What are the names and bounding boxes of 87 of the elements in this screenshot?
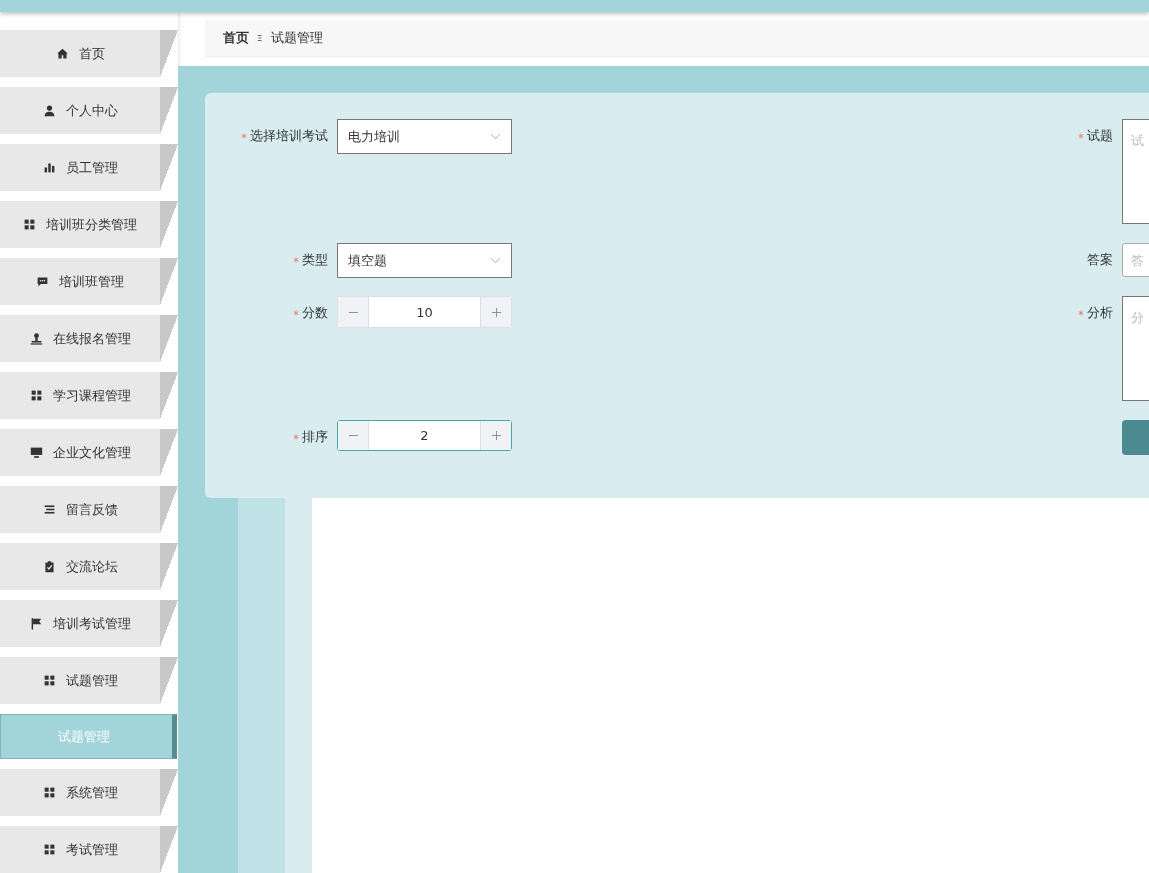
sidebar-item-label: 员工管理: [65, 158, 118, 177]
field-label: 选择培训考试: [250, 127, 328, 145]
text-area[interactable]: 试: [1122, 119, 1149, 224]
corner-fold: [160, 657, 178, 704]
sidebar-item-label: 试题管理: [65, 671, 118, 690]
sidebar-item-label: 培训班管理: [59, 272, 124, 291]
input-field[interactable]: 答: [1122, 243, 1149, 277]
sidebar-item-label: 留言反馈: [65, 500, 118, 519]
field-label: 分数: [302, 304, 328, 322]
bar-chart-icon: [42, 161, 56, 174]
sidebar-item-label: 系统管理: [65, 783, 118, 802]
decrement-button[interactable]: [338, 421, 369, 450]
sidebar-item[interactable]: 培训考试管理: [0, 600, 178, 647]
corner-fold: [160, 144, 178, 191]
field-label: 类型: [302, 251, 328, 269]
sidebar-item-label: 培训考试管理: [52, 614, 131, 633]
chat-icon: [36, 275, 49, 288]
sidebar-item[interactable]: 培训班分类管理: [0, 201, 178, 248]
sidebar-item[interactable]: 学习课程管理: [0, 372, 178, 419]
sidebar-item[interactable]: 员工管理: [0, 144, 178, 191]
user-icon: [42, 104, 56, 117]
monitor-icon: [29, 446, 43, 459]
clipboard-check-icon: [42, 560, 56, 573]
number-field[interactable]: 10: [337, 296, 512, 328]
sidebar-item-label: 培训班分类管理: [46, 215, 137, 234]
sidebar-item-label: 交流论坛: [65, 557, 118, 576]
corner-fold: [160, 315, 178, 362]
grid-icon: [42, 674, 56, 687]
corner-fold: [160, 372, 178, 419]
increment-button[interactable]: [480, 297, 511, 327]
flag-icon: [29, 617, 43, 630]
sidebar-item-label: 在线报名管理: [52, 329, 131, 348]
corner-fold: [160, 201, 178, 248]
sidebar-item-label: 学习课程管理: [52, 386, 131, 405]
sidebar-item-label: 首页: [78, 44, 105, 63]
required-mark-icon: [293, 434, 299, 440]
sidebar-item-label: 个人中心: [65, 101, 118, 120]
corner-fold: [160, 486, 178, 533]
grid-icon: [42, 843, 56, 857]
home-icon: [55, 47, 69, 60]
corner-fold: [160, 429, 178, 476]
sidebar-item-label: 考试管理: [65, 840, 118, 859]
corner-fold: [160, 543, 178, 590]
plus-icon: [490, 306, 502, 318]
sidebar-item[interactable]: 首页: [0, 30, 178, 77]
corner-fold: [160, 600, 178, 647]
sidebar-item[interactable]: 在线报名管理: [0, 315, 178, 362]
separator-icon: [257, 33, 263, 43]
select-field[interactable]: 电力培训: [337, 119, 512, 154]
breadcrumb-link[interactable]: 首页: [223, 29, 249, 47]
corner-fold: [160, 30, 178, 77]
grid-icon: [29, 389, 43, 402]
select-field[interactable]: 填空题: [337, 243, 512, 278]
grid-icon: [42, 786, 56, 800]
required-mark-icon: [293, 257, 299, 263]
sidebar-item[interactable]: 试题管理: [0, 657, 178, 704]
sidebar-item[interactable]: 留言反馈: [0, 486, 178, 533]
sidebar-item[interactable]: 个人中心: [0, 87, 178, 134]
sidebar-item[interactable]: 考试管理: [0, 826, 178, 873]
required-mark-icon: [1078, 133, 1084, 139]
corner-fold: [160, 826, 178, 873]
corner-fold: [160, 258, 178, 305]
number-field[interactable]: 2: [337, 420, 512, 451]
grid-icon: [23, 218, 36, 231]
sidebar-item[interactable]: 系统管理: [0, 769, 178, 817]
list-icon: [42, 503, 56, 516]
corner-fold: [160, 769, 178, 817]
chevron-down-icon: [490, 133, 501, 140]
required-mark-icon: [241, 133, 247, 139]
increment-button[interactable]: [480, 421, 511, 450]
sidebar-item[interactable]: 交流论坛: [0, 543, 178, 590]
plus-icon: [490, 430, 502, 441]
text-area[interactable]: 分: [1122, 296, 1149, 401]
corner-fold: [160, 87, 178, 134]
decrement-button[interactable]: [338, 297, 369, 327]
stamp-icon: [29, 332, 43, 345]
field-label: 分析: [1087, 304, 1113, 322]
sidebar-item[interactable]: 培训班管理: [0, 258, 178, 305]
breadcrumb-link[interactable]: 试题管理: [271, 29, 323, 47]
required-mark-icon: [1078, 310, 1084, 316]
field-label: 答案: [1087, 251, 1113, 269]
field-label: 试题: [1087, 127, 1113, 145]
field-label: 排序: [302, 428, 328, 446]
sidebar-item[interactable]: 企业文化管理: [0, 429, 178, 476]
sidebar-item-label: 企业文化管理: [52, 443, 131, 462]
chevron-down-icon: [490, 257, 501, 264]
required-mark-icon: [293, 310, 299, 316]
